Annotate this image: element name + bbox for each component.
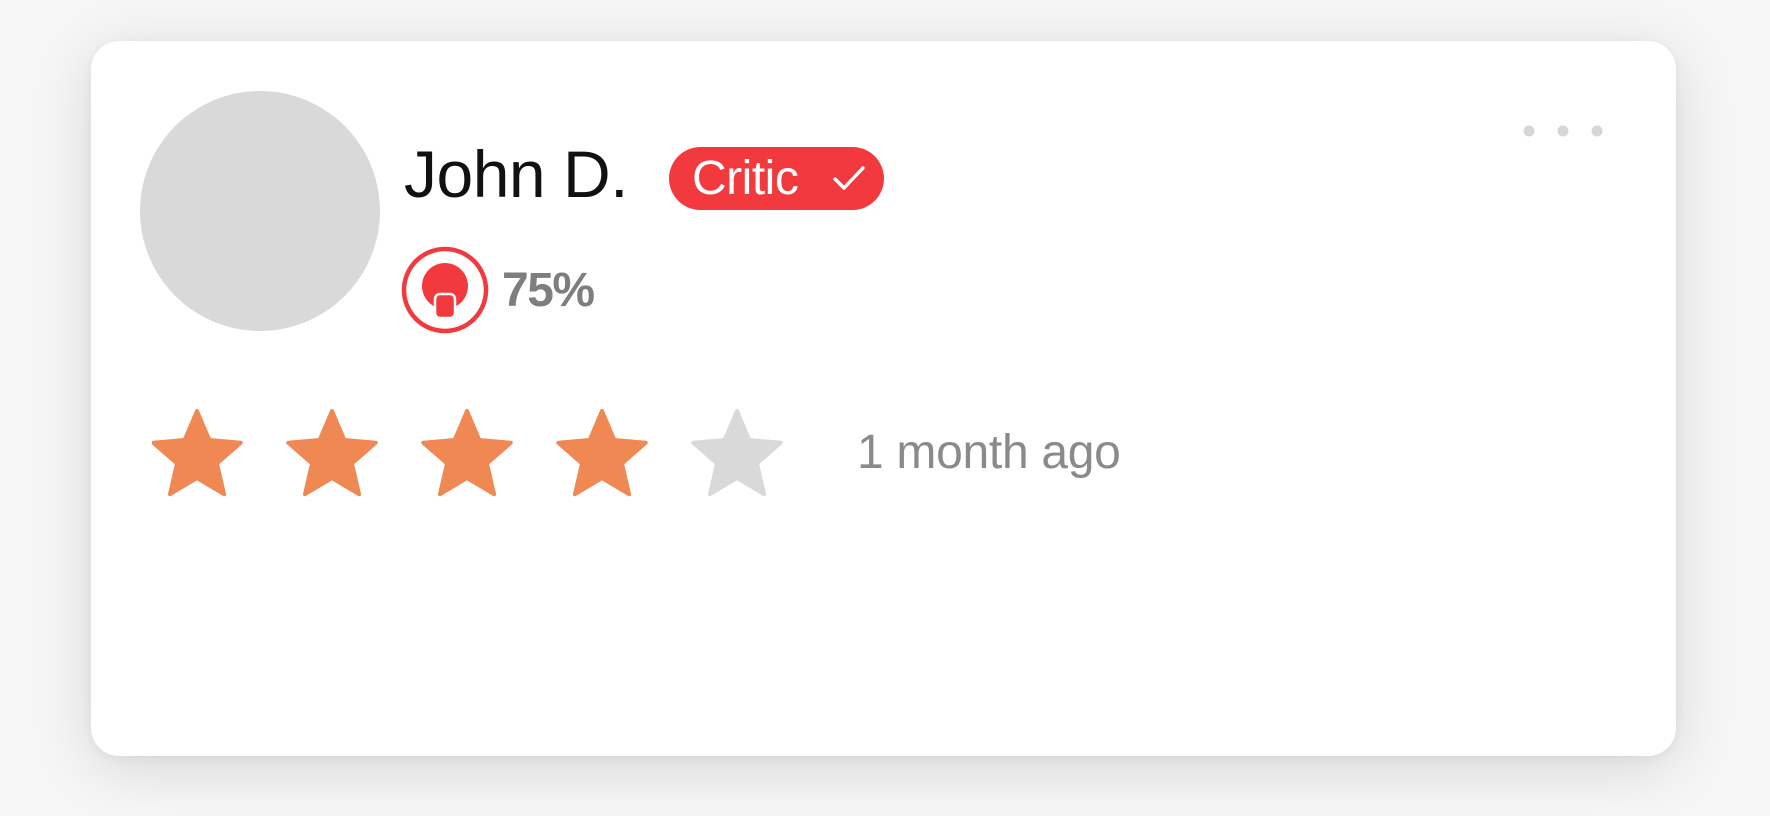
avatar[interactable] [140, 91, 380, 331]
page-background: John D. Critic 75% 1 month ago [0, 0, 1770, 816]
review-timestamp: 1 month ago [857, 426, 1121, 479]
check-icon [833, 166, 865, 190]
star-filled-icon [421, 409, 513, 497]
review-card: John D. Critic 75% 1 month ago [91, 41, 1676, 756]
star-empty-icon [691, 409, 783, 497]
star-filled-icon [152, 409, 243, 497]
reviewer-name[interactable]: John D. [404, 141, 628, 207]
critic-badge: Critic [669, 147, 884, 210]
critic-score-icon [401, 246, 489, 334]
critic-badge-label: Critic [692, 151, 799, 205]
more-options-icon[interactable] [1521, 121, 1606, 141]
critic-score-value: 75% [502, 264, 595, 317]
star-filled-icon [286, 409, 378, 497]
star-filled-icon [556, 409, 648, 497]
star-rating [152, 409, 783, 497]
